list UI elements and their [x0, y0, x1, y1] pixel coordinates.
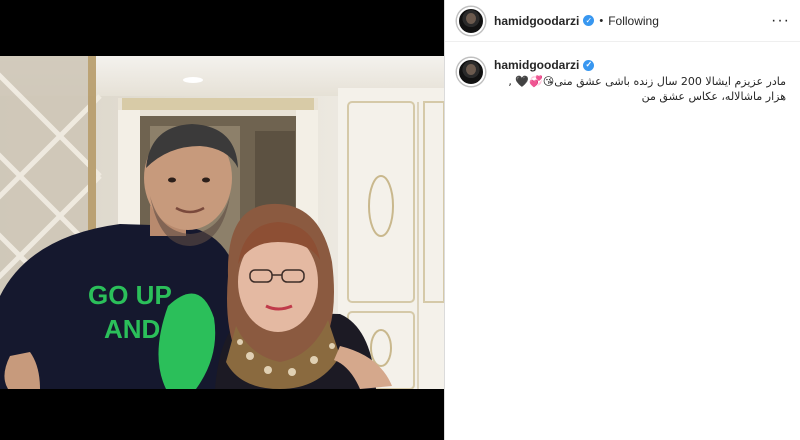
avatar[interactable]: [457, 6, 485, 35]
shirt-text-line2: AND: [104, 314, 160, 344]
shirt-text-line1: GO UP: [88, 280, 172, 310]
media-pane: GO UP AND: [0, 0, 444, 440]
post-username[interactable]: hamidgoodarzi: [494, 14, 579, 28]
more-options-icon[interactable]: ···: [771, 12, 790, 30]
post-side-panel: hamidgoodarzi ✓ • Following ··· hamidgoo…: [444, 0, 800, 440]
caption-username[interactable]: hamidgoodarzi: [494, 58, 579, 72]
verified-badge-icon: ✓: [583, 15, 595, 26]
caption-avatar[interactable]: [457, 58, 485, 86]
following-button[interactable]: Following: [608, 14, 659, 28]
post-header: hamidgoodarzi ✓ • Following ···: [445, 0, 800, 42]
caption-line-2: هزار ماشالاله، عکاس عشق من: [641, 90, 786, 103]
caption-text: مادر عزیزم ایشالا 200 سال زنده باشی عشق …: [494, 74, 786, 104]
caption-line-1: مادر عزیزم ایشالا 200 سال زنده باشی عشق …: [508, 75, 786, 88]
photo-illustration: GO UP AND: [0, 56, 444, 389]
caption-body: hamidgoodarzi ✓ مادر عزیزم ایشالا 200 سا…: [494, 58, 786, 104]
post-photo[interactable]: GO UP AND: [0, 56, 444, 389]
post-caption: hamidgoodarzi ✓ مادر عزیزم ایشالا 200 سا…: [445, 42, 800, 104]
caption-verified-badge-icon: ✓: [583, 59, 595, 71]
caption-user-row: hamidgoodarzi ✓: [494, 58, 786, 72]
separator-dot: •: [599, 14, 604, 27]
